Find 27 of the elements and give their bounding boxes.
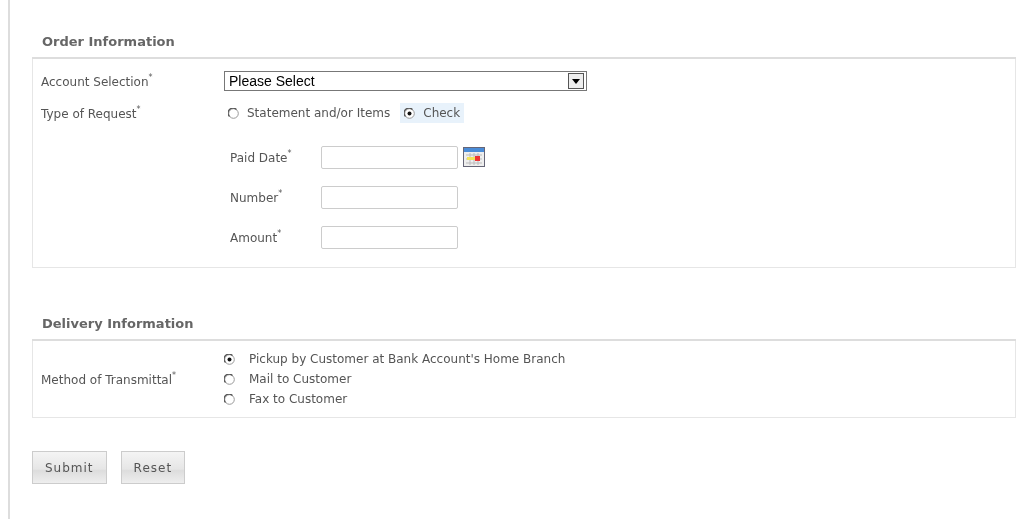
option-label: Check [423, 106, 461, 120]
field-label: Amount$^{*}$ [230, 229, 283, 245]
form-button[interactable]: Reset [120, 451, 186, 484]
radio-button[interactable] [224, 393, 235, 405]
option-label: Statement and/or Items [247, 106, 391, 120]
input-field[interactable] [321, 185, 458, 209]
section-title: Delivery Information [42, 316, 194, 331]
radio-button[interactable] [224, 373, 235, 385]
field-label: Number$^{*}$ [230, 189, 284, 205]
account-select[interactable]: Please Select [224, 71, 587, 91]
radio-button[interactable] [224, 353, 235, 365]
field-label: Paid Date$^{*}$ [230, 149, 293, 165]
radio-button[interactable] [404, 107, 416, 119]
select-value: Please Select [229, 73, 315, 89]
input-field[interactable] [321, 225, 458, 249]
option-label: Fax to Customer [249, 392, 348, 406]
field-label: Type of Request$^{*}$ [40, 105, 142, 121]
section-title: Order Information [42, 34, 175, 49]
calendar-icon[interactable] [463, 147, 485, 167]
option-label: Pickup by Customer at Bank Account's Home Branch [249, 352, 566, 366]
caret-icon [568, 73, 584, 89]
input-field[interactable] [321, 145, 458, 169]
radio-button[interactable] [228, 107, 239, 119]
field-label: Account Selection$^{*}$ [40, 73, 154, 89]
option-label: Mail to Customer [249, 372, 352, 386]
form-button[interactable]: Submit [32, 451, 107, 484]
field-label: Method of Transmittal$^{*}$ [40, 371, 178, 387]
